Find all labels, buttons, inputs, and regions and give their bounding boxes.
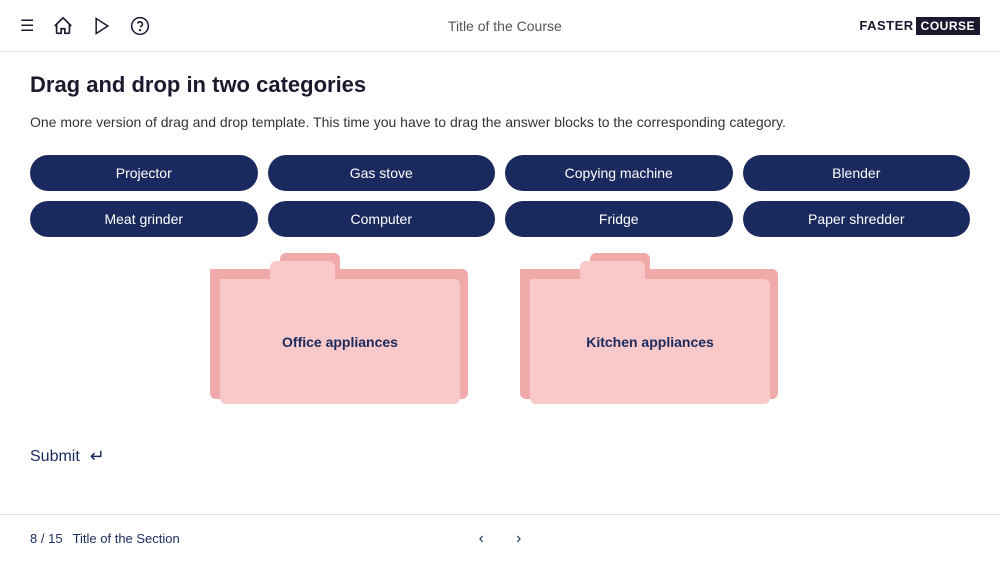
enter-icon[interactable]: ↵ — [90, 446, 105, 467]
menu-icon[interactable]: ☰ — [20, 16, 34, 36]
page-current: 8 — [30, 531, 37, 546]
page-number: 8 / 15 — [30, 531, 63, 546]
kitchen-folder-label: Kitchen appliances — [586, 334, 714, 350]
brand-logo: FASTER COURSE — [859, 17, 980, 35]
footer-info: 8 / 15 Title of the Section — [30, 531, 180, 546]
kitchen-folder-front[interactable]: Kitchen appliances — [530, 279, 770, 404]
home-icon[interactable] — [52, 15, 74, 37]
drag-item-copying-machine[interactable]: Copying machine — [505, 155, 733, 191]
page-separator: / — [41, 531, 48, 546]
office-folder-front[interactable]: Office appliances — [220, 279, 460, 404]
office-folder-label: Office appliances — [282, 334, 398, 350]
office-folder-tab — [270, 261, 335, 281]
footer: 8 / 15 Title of the Section ‹ › — [0, 514, 1000, 562]
main-content: Drag and drop in two categories One more… — [0, 52, 1000, 446]
page-description: One more version of drag and drop templa… — [30, 112, 970, 133]
next-button[interactable]: › — [508, 526, 529, 552]
drop-zones: Office appliances Kitchen appliances — [30, 261, 970, 416]
header: ☰ Title of the Course FASTER COURSE — [0, 0, 1000, 52]
page-total: 15 — [48, 531, 62, 546]
help-icon[interactable] — [130, 16, 150, 36]
prev-button[interactable]: ‹ — [471, 526, 492, 552]
submit-button[interactable]: Submit — [30, 448, 80, 466]
nav-icons: ☰ — [20, 15, 150, 37]
play-icon[interactable] — [92, 16, 112, 36]
kitchen-folder-tab — [580, 261, 645, 281]
kitchen-folder-container: Kitchen appliances — [530, 261, 780, 416]
drag-item-computer[interactable]: Computer — [268, 201, 496, 237]
submit-area: Submit ↵ — [0, 446, 1000, 467]
footer-nav: ‹ › — [471, 526, 530, 552]
section-title: Title of the Section — [73, 531, 180, 546]
drag-item-blender[interactable]: Blender — [743, 155, 971, 191]
office-folder-container: Office appliances — [220, 261, 470, 416]
drag-item-projector[interactable]: Projector — [30, 155, 258, 191]
drag-item-paper-shredder[interactable]: Paper shredder — [743, 201, 971, 237]
drag-item-gas-stove[interactable]: Gas stove — [268, 155, 496, 191]
brand-course-text: COURSE — [916, 17, 980, 35]
drag-items-grid: Projector Gas stove Copying machine Blen… — [30, 155, 970, 237]
course-title: Title of the Course — [150, 18, 859, 34]
drag-item-fridge[interactable]: Fridge — [505, 201, 733, 237]
drag-item-meat-grinder[interactable]: Meat grinder — [30, 201, 258, 237]
brand-faster-text: FASTER — [859, 18, 913, 33]
page-title: Drag and drop in two categories — [30, 72, 970, 98]
